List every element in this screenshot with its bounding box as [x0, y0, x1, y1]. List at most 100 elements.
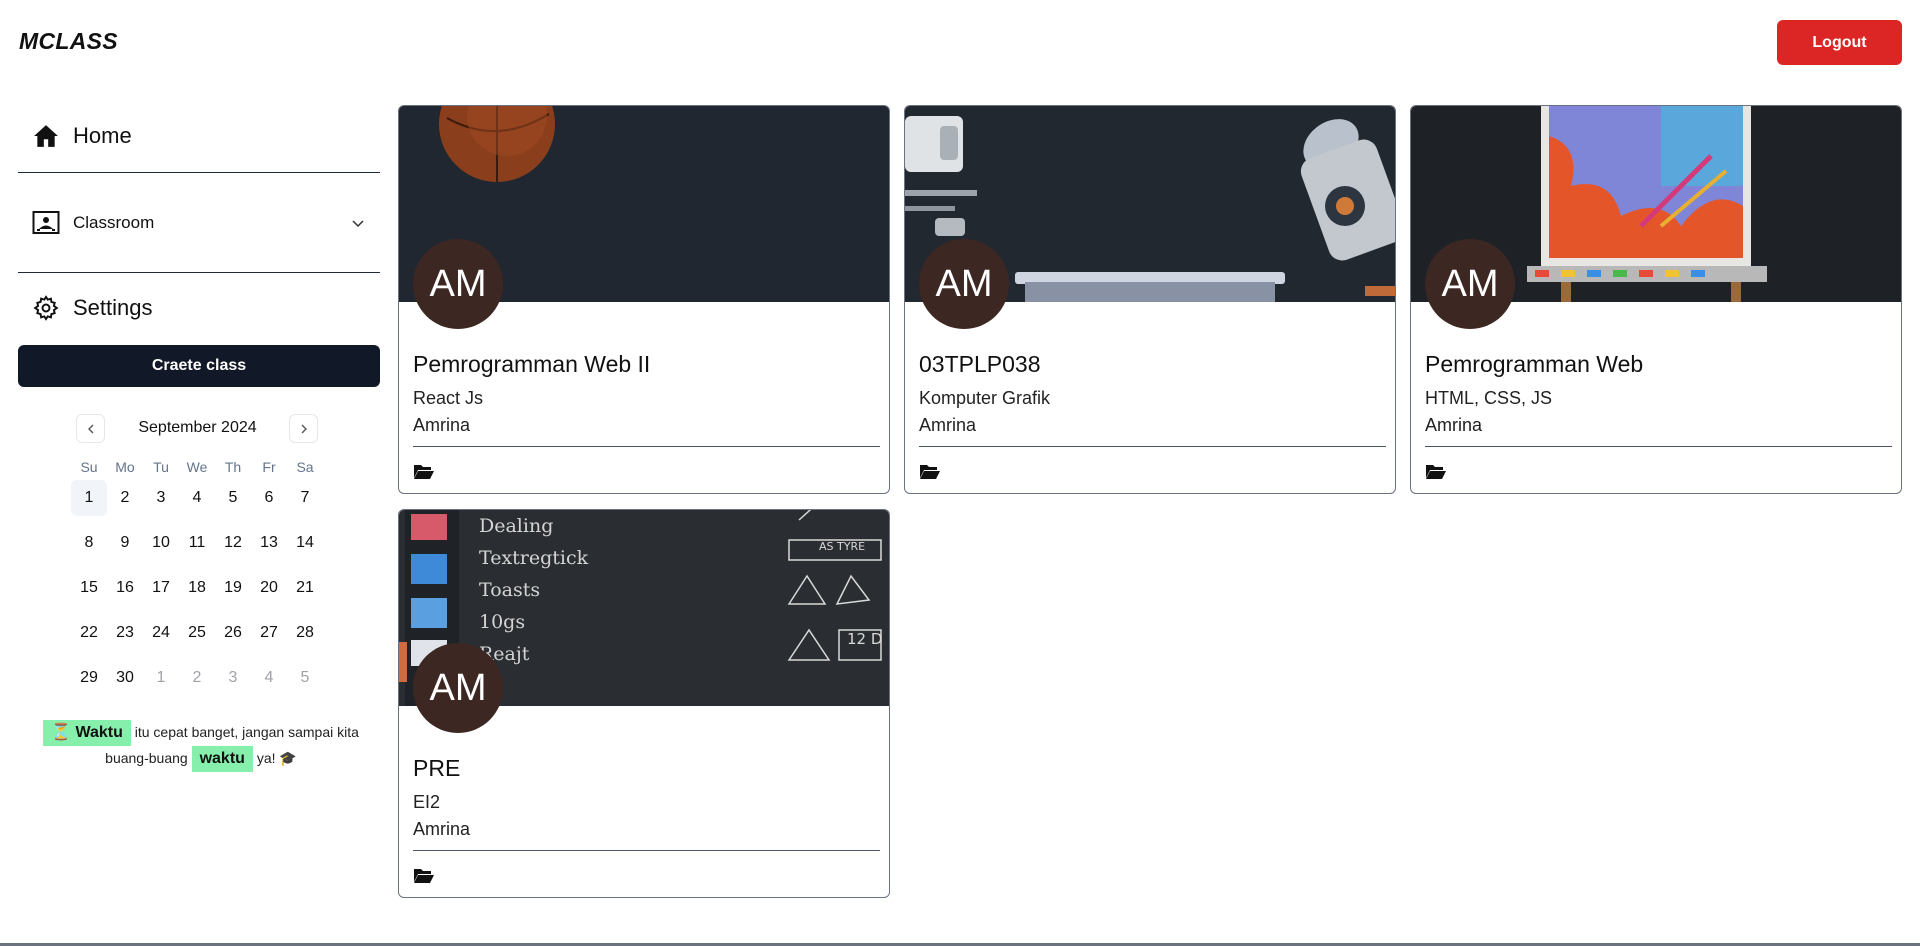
calendar-day[interactable]: 1 — [71, 480, 107, 516]
class-subtitle: EI2 — [413, 792, 441, 812]
weekday-header: Sa — [296, 459, 314, 475]
avatar: AM — [1425, 239, 1515, 329]
folder-open-icon[interactable] — [413, 866, 435, 884]
calendar-day-outside[interactable]: 3 — [215, 660, 251, 696]
calendar-day-outside[interactable]: 5 — [287, 660, 323, 696]
class-title[interactable]: 03TPLP038 — [919, 351, 1040, 378]
calendar-day[interactable]: 5 — [215, 480, 251, 516]
class-card[interactable]: AM Pemrogramman Web HTML, CSS, JS Amrina — [1410, 105, 1902, 494]
weekday-header: Fr — [262, 459, 276, 475]
calendar-month-title: September 2024 — [138, 419, 257, 436]
class-card[interactable]: AM Pemrogramman Web II React Js Amrina — [398, 105, 890, 494]
quote-highlight-waktu: ⏳ Waktu — [43, 720, 131, 746]
folder-open-icon[interactable] — [413, 462, 435, 480]
calendar-day[interactable]: 23 — [107, 615, 143, 651]
divider — [413, 446, 880, 447]
sidebar-item-label: Home — [73, 123, 132, 148]
folder-open-icon[interactable] — [1425, 462, 1447, 480]
calendar-day[interactable]: 28 — [287, 615, 323, 651]
calendar-day-outside[interactable]: 4 — [251, 660, 287, 696]
weekday-header: Tu — [153, 459, 169, 475]
calendar-header: September 2024 — [71, 410, 324, 446]
divider — [413, 850, 880, 851]
calendar-day[interactable]: 16 — [107, 570, 143, 606]
calendar-day[interactable]: 20 — [251, 570, 287, 606]
next-month-button[interactable] — [289, 414, 318, 443]
hourglass-icon: ⏳ — [51, 724, 71, 741]
class-title[interactable]: PRE — [413, 755, 460, 782]
calendar-day[interactable]: 18 — [179, 570, 215, 606]
calendar-day[interactable]: 30 — [107, 660, 143, 696]
calendar-day-outside[interactable]: 1 — [143, 660, 179, 696]
calendar-day[interactable]: 15 — [71, 570, 107, 606]
calendar-day[interactable]: 26 — [215, 615, 251, 651]
sidebar: Home Classroom Settings Craete class — [18, 100, 380, 387]
class-owner: Amrina — [1425, 415, 1483, 435]
gear-icon — [32, 294, 60, 322]
avatar: AM — [413, 643, 503, 733]
folder-open-icon[interactable] — [919, 462, 941, 480]
calendar-day[interactable]: 13 — [251, 525, 287, 561]
weekday-header: Mo — [115, 459, 135, 475]
class-subtitle: HTML, CSS, JS — [1425, 388, 1553, 408]
calendar-day[interactable]: 4 — [179, 480, 215, 516]
sidebar-item-label: Settings — [73, 295, 153, 320]
avatar: AM — [919, 239, 1009, 329]
calendar-grid: Su Mo Tu We Th Fr Sa 1 2 3 4 5 6 7 8 9 1… — [71, 454, 324, 705]
calendar-day[interactable]: 14 — [287, 525, 323, 561]
calendar-day[interactable]: 19 — [215, 570, 251, 606]
chalk-notes: Dealing Textregtick Toasts 10gs Reajt ed — [479, 515, 589, 697]
divider — [919, 446, 1386, 447]
graduation-cap-icon: 🎓 — [279, 750, 297, 766]
motivation-quote: ⏳ Waktu itu cepat banget, jangan sampai … — [38, 720, 364, 772]
weekday-header: We — [186, 459, 208, 475]
sidebar-item-home[interactable]: Home — [18, 100, 380, 173]
calendar-day[interactable]: 17 — [143, 570, 179, 606]
calendar-day[interactable]: 9 — [107, 525, 143, 561]
calendar-day[interactable]: 6 — [251, 480, 287, 516]
avatar: AM — [413, 239, 503, 329]
chevron-down-icon[interactable] — [350, 215, 366, 231]
class-title[interactable]: Pemrogramman Web — [1425, 351, 1643, 378]
weekday-header: Su — [80, 459, 98, 475]
class-owner: Amrina — [413, 415, 471, 435]
create-class-button[interactable]: Craete class — [18, 345, 380, 387]
class-owner: Amrina — [413, 819, 471, 839]
top-header: MCLASS Logout — [0, 0, 1920, 84]
calendar-day[interactable]: 25 — [179, 615, 215, 651]
class-title[interactable]: Pemrogramman Web II — [413, 351, 650, 378]
quote-highlight-waktu: waktu — [191, 746, 253, 772]
calendar-day[interactable]: 27 — [251, 615, 287, 651]
calendar-day[interactable]: 8 — [71, 525, 107, 561]
app-logo[interactable]: MCLASS — [19, 28, 118, 55]
class-card[interactable]: Dealing Textregtick Toasts 10gs Reajt ed… — [398, 509, 890, 898]
calendar-day[interactable]: 21 — [287, 570, 323, 606]
classroom-icon — [32, 209, 60, 237]
weekday-header: Th — [224, 459, 242, 475]
calendar-day[interactable]: 29 — [71, 660, 107, 696]
calendar-day[interactable]: 22 — [71, 615, 107, 651]
chalk-label: AS TYRE — [819, 540, 866, 553]
chevron-right-icon — [301, 424, 307, 433]
calendar-day-outside[interactable]: 2 — [179, 660, 215, 696]
chalk-label: 12 D — [847, 630, 883, 648]
quote-word: Waktu — [75, 724, 123, 741]
sidebar-item-settings[interactable]: Settings — [18, 273, 380, 343]
calendar-day[interactable]: 10 — [143, 525, 179, 561]
quote-text: ya! — [256, 750, 276, 766]
sidebar-item-classroom[interactable]: Classroom — [18, 173, 380, 273]
calendar-day[interactable]: 12 — [215, 525, 251, 561]
calendar-day[interactable]: 3 — [143, 480, 179, 516]
class-subtitle: React Js — [413, 388, 484, 408]
calendar: September 2024 Su Mo Tu We Th Fr Sa 1 2 … — [71, 410, 324, 705]
calendar-day[interactable]: 11 — [179, 525, 215, 561]
calendar-day[interactable]: 2 — [107, 480, 143, 516]
class-owner: Amrina — [919, 415, 977, 435]
calendar-day[interactable]: 7 — [287, 480, 323, 516]
calendar-day[interactable]: 24 — [143, 615, 179, 651]
home-icon — [32, 122, 60, 150]
sidebar-item-label: Classroom — [73, 212, 155, 232]
logout-button[interactable]: Logout — [1777, 20, 1902, 65]
class-card[interactable]: AM 03TPLP038 Komputer Grafik Amrina — [904, 105, 1396, 494]
divider — [1425, 446, 1892, 447]
